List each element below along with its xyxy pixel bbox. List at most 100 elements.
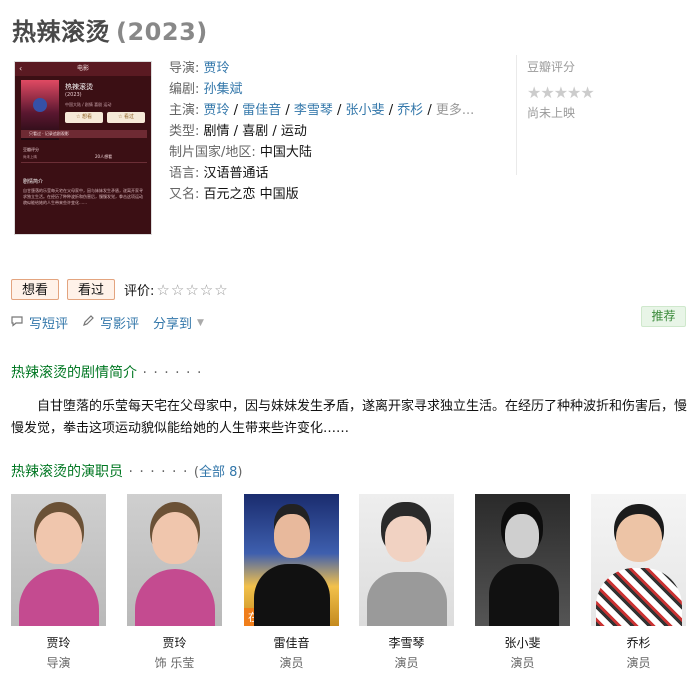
poster-seen-button: ☆ 看过 (107, 112, 145, 123)
cast-role: 演员 (510, 656, 535, 670)
genre: 运动 (280, 124, 307, 139)
director-row: 导演: 贾玲 (169, 58, 509, 79)
synopsis-title: 热辣滚烫的剧情简介 (11, 365, 137, 381)
cast-role: 演员 (394, 656, 419, 670)
cast-link[interactable]: 贾玲 (204, 103, 230, 118)
cast-link[interactable]: 李雪琴 (294, 103, 333, 118)
avatar[interactable] (127, 494, 222, 626)
cast-name[interactable]: 乔杉 (591, 636, 686, 650)
cast-link[interactable]: 张小斐 (346, 103, 385, 118)
cast-all-link[interactable]: 全部 8 (199, 465, 237, 480)
cast-member[interactable]: 乔杉 演员 (591, 494, 686, 670)
avatar[interactable]: 在豆瓣 (244, 494, 339, 626)
cast-more-link[interactable]: 更多... (436, 103, 474, 118)
write-short-review-link[interactable]: 写短评 (29, 313, 68, 332)
share-to-link[interactable]: 分享到 (153, 313, 192, 332)
poster-intro-text: 自甘堕落的乐莹每天宅在父母家中，因与妹妹发生矛盾，遂离开家寻求独立生活。在经历了… (23, 188, 143, 205)
cast-name[interactable]: 雷佳音 (244, 636, 339, 650)
country-row: 制片国家/地区: 中国大陆 (169, 142, 509, 163)
cast-name[interactable]: 李雪琴 (359, 636, 454, 650)
aka: 百元之恋 中国版 (203, 187, 299, 202)
genre: 喜剧 (242, 124, 269, 139)
synopsis-text: 自甘堕落的乐莹每天宅在父母家中，因与妹妹发生矛盾，遂离开家寻求独立生活。在经历了… (11, 399, 688, 436)
avatar[interactable] (475, 494, 570, 626)
genre: 剧情 (203, 124, 230, 139)
poster-meta: 中国大陆 / 剧情 喜剧 运动 (65, 102, 112, 107)
writer-link[interactable]: 孙集斌 (204, 82, 243, 97)
avatar[interactable] (359, 494, 454, 626)
back-icon: ‹ (19, 64, 23, 73)
cast-role: 演员 (279, 656, 304, 670)
language-label: 语言: (169, 166, 200, 181)
on-douban-badge: 在豆瓣 (244, 608, 285, 626)
movie-title: 热辣滚烫 (12, 18, 110, 46)
poster-year: (2023) (65, 92, 82, 98)
rate-label: 评价: (124, 284, 155, 299)
language-row: 语言: 汉语普通话 (169, 163, 509, 184)
poster-want-count: 20人想看 (95, 154, 113, 159)
separator: / (268, 124, 281, 139)
poster-divider (21, 162, 147, 163)
write-review[interactable]: 写影评 (82, 313, 139, 332)
rating-status: 尚未上映 (527, 106, 576, 120)
rating-stars: ★★★★★ (527, 83, 595, 102)
share-bar: 写短评 写影评 分享到 ▼ (11, 313, 218, 332)
cast-section-title: 热辣滚烫的演职员 (11, 464, 123, 480)
poster-rating-value: 尚未上映 (23, 155, 37, 159)
cast-member[interactable]: 在豆瓣 雷佳音 演员 (244, 494, 339, 670)
synopsis-dots: · · · · · · (137, 365, 203, 381)
pencil-icon (82, 315, 94, 330)
separator: / (332, 103, 346, 118)
poster-want-button: ☆ 想看 (65, 112, 103, 123)
poster-header: 电影 (76, 65, 89, 72)
poster-buttons: ☆ 想看 ☆ 看过 (65, 112, 145, 123)
language: 汉语普通话 (203, 166, 269, 181)
separator: / (229, 103, 243, 118)
cast-member[interactable]: 张小斐 演员 (475, 494, 570, 670)
cast-heading: 热辣滚烫的演职员 · · · · · · (全部 8) (11, 461, 242, 481)
cast-role: 导演 (46, 656, 71, 670)
country-label: 制片国家/地区: (169, 145, 256, 160)
want-button[interactable]: 想看 (11, 279, 60, 300)
cast-row: 主演: 贾玲 / 雷佳音 / 李雪琴 / 张小斐 / 乔杉 / 更多... (169, 100, 509, 121)
rating-title: 豆瓣评分 (527, 60, 576, 74)
cast-all-close: ) (237, 465, 243, 480)
avatar[interactable] (11, 494, 106, 626)
director-label: 导演: (169, 61, 200, 76)
cast-member[interactable]: 李雪琴 演员 (359, 494, 454, 670)
poster-intro-label: 剧情简介 (23, 179, 44, 185)
cast-list: 贾玲 导演 贾玲 饰 乐莹 在豆瓣 雷佳音 演员 李雪琴 演员 张小斐 演员 乔… (11, 494, 700, 684)
cast-member[interactable]: 贾玲 导演 (11, 494, 106, 670)
cast-section-dots: · · · · · · (123, 464, 194, 480)
recommend-button[interactable]: 推荐 (641, 306, 686, 327)
poster-rating-label: 豆瓣评分 (23, 147, 39, 152)
seen-button[interactable]: 看过 (67, 279, 116, 300)
synopsis-heading: 热辣滚烫的剧情简介 · · · · · · (11, 362, 202, 382)
share-to[interactable]: 分享到 ▼ (153, 313, 204, 332)
aka-row: 又名: 百元之恋 中国版 (169, 184, 509, 205)
separator: / (423, 103, 436, 118)
cast-name[interactable]: 张小斐 (475, 636, 570, 650)
genre-label: 类型: (169, 124, 200, 139)
cast-name[interactable]: 贾玲 (127, 636, 222, 650)
action-bar: 想看 看过 评价: ☆☆☆☆☆ (11, 279, 229, 300)
avatar[interactable] (591, 494, 686, 626)
cast-link[interactable]: 雷佳音 (242, 103, 281, 118)
movie-poster[interactable]: ‹ 电影 热辣滚烫 (2023) 中国大陆 / 剧情 喜剧 运动 ☆ 想看 ☆ 看… (14, 61, 152, 235)
poster-topbar: ‹ 电影 (15, 62, 151, 76)
write-review-link[interactable]: 写影评 (100, 313, 139, 332)
aka-label: 又名: (169, 187, 200, 202)
cast-name[interactable]: 贾玲 (11, 636, 106, 650)
write-short-review[interactable]: 写短评 (11, 313, 68, 332)
separator: / (384, 103, 398, 118)
director-link[interactable]: 贾玲 (204, 61, 230, 76)
writer-label: 编剧: (169, 82, 200, 97)
poster-band: 只看过 · 记录追剧观影 (21, 130, 147, 138)
separator: / (281, 103, 294, 118)
separator: / (229, 124, 243, 139)
movie-year: (2023) (116, 18, 208, 46)
cast-member[interactable]: 贾玲 饰 乐莹 (127, 494, 222, 670)
rate-stars[interactable]: ☆☆☆☆☆ (156, 281, 228, 299)
cast-role: 演员 (626, 656, 651, 670)
cast-link[interactable]: 乔杉 (397, 103, 423, 118)
